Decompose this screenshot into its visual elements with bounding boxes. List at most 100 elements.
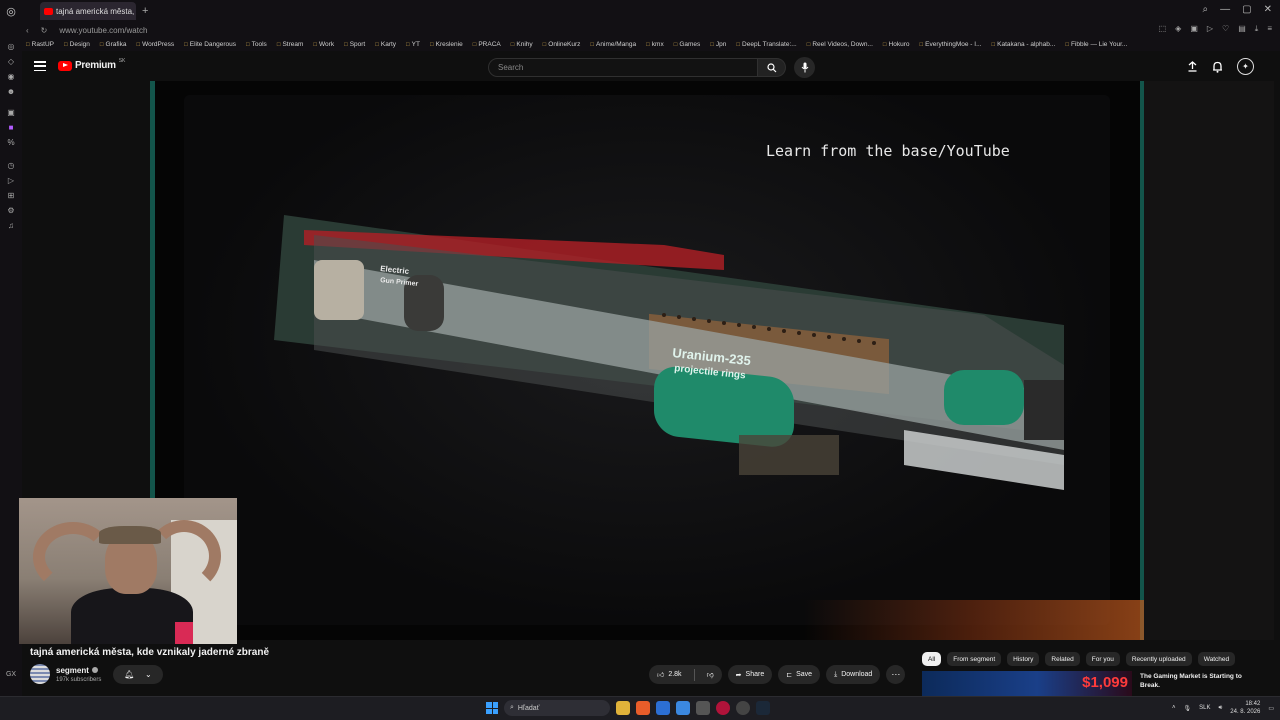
channel-avatar[interactable]	[30, 664, 50, 684]
bookmark-item[interactable]: Elite Dangerous	[184, 41, 236, 48]
heart-icon[interactable]: ♡	[1222, 24, 1229, 34]
guide-menu-icon[interactable]	[34, 60, 46, 72]
new-tab-icon[interactable]: +	[142, 5, 148, 17]
bookmark-item[interactable]: Anime/Manga	[590, 41, 636, 48]
gx-control-icon[interactable]: ◎	[6, 41, 16, 51]
filter-chip[interactable]: For you	[1085, 652, 1120, 666]
recommended-thumbnail[interactable]: $1,099	[922, 671, 1132, 696]
bookmarks-icon[interactable]: ⊞	[6, 190, 16, 200]
app-icon[interactable]	[676, 701, 690, 715]
download-button[interactable]: ⤓ Download	[826, 665, 881, 684]
bookmark-item[interactable]: Karty	[375, 41, 396, 48]
notifications-icon[interactable]: ▭	[1268, 705, 1274, 712]
language-indicator[interactable]: SLK	[1199, 705, 1210, 711]
notifications-bell-icon[interactable]	[1212, 61, 1223, 73]
filter-chip[interactable]: Watched	[1197, 652, 1236, 666]
download-icon[interactable]: ⤓	[1255, 24, 1259, 34]
shield-icon[interactable]: ◈	[1175, 24, 1181, 34]
bookmark-item[interactable]: Games	[674, 41, 700, 48]
voice-search-button[interactable]	[794, 57, 815, 78]
taskbar-search[interactable]: ⌕ Hľadať	[504, 700, 610, 716]
bookmark-item[interactable]: Tools	[246, 41, 267, 48]
windows-start-icon[interactable]	[486, 702, 498, 714]
brave-icon[interactable]	[636, 701, 650, 715]
messenger-icon[interactable]: ◉	[6, 71, 16, 81]
upload-icon[interactable]	[1187, 61, 1198, 72]
bookmark-item[interactable]: Stream	[277, 41, 303, 48]
microphone-icon[interactable]: 🎙︎	[1184, 705, 1192, 712]
minimize-icon[interactable]: —	[1220, 4, 1230, 15]
bookmark-item[interactable]: WordPress	[136, 41, 174, 48]
menu-icon[interactable]: ≡	[1267, 24, 1272, 34]
back-icon[interactable]: ‹	[26, 26, 29, 35]
file-explorer-icon[interactable]	[616, 701, 630, 715]
tray-chevron-icon[interactable]: ˄	[1172, 705, 1176, 711]
play-icon[interactable]: ▷	[1207, 24, 1213, 34]
bookmark-item[interactable]: Jpn	[710, 41, 726, 48]
channel-name-row[interactable]: segment	[56, 666, 101, 675]
share-button[interactable]: ➦ Share	[727, 665, 773, 684]
bookmark-item[interactable]: Sport	[344, 41, 366, 48]
youtube-logo[interactable]: Premium SK	[58, 58, 125, 71]
filter-chip[interactable]: Related	[1045, 652, 1080, 666]
filter-chip[interactable]: Recently uploaded	[1125, 652, 1192, 666]
reload-icon[interactable]: ↻	[41, 26, 48, 35]
percent-icon[interactable]: %	[6, 137, 16, 147]
extension-icon[interactable]: ⬚	[1159, 24, 1167, 34]
filter-chip[interactable]: All	[922, 652, 942, 666]
bookmark-item[interactable]: kmx	[646, 41, 664, 48]
history-icon[interactable]: ◷	[6, 160, 16, 170]
maximize-icon[interactable]: ▢	[1242, 4, 1251, 15]
bookmark-item[interactable]: Katakana - alphab...	[992, 41, 1055, 48]
obs-icon[interactable]	[736, 701, 750, 715]
bookmark-item[interactable]: Fibble — Lie Your...	[1065, 41, 1127, 48]
filter-chip[interactable]: History	[1007, 652, 1040, 666]
camera-icon[interactable]: ▣	[1190, 24, 1198, 34]
like-button[interactable]: 👍︎ 2.8k	[649, 665, 690, 684]
bookmark-item[interactable]: Reel Videos, Down...	[807, 41, 873, 48]
bookmark-item[interactable]: Grafika	[100, 41, 127, 48]
bookmark-item[interactable]: EverythingMoe - I...	[920, 41, 981, 48]
gx-badge[interactable]: GX	[6, 671, 16, 678]
close-icon[interactable]: ✕	[1264, 4, 1272, 15]
twitch-purple-icon[interactable]: ■	[6, 122, 16, 132]
browser-tab[interactable]: tajná americká města, k	[40, 2, 136, 20]
bookmark-item[interactable]: RastUP	[26, 41, 54, 48]
opera-gx-icon[interactable]	[716, 701, 730, 715]
bookmark-item[interactable]: Work	[313, 41, 334, 48]
photoshop-icon[interactable]	[656, 701, 670, 715]
address-text[interactable]: www.youtube.com/watch	[59, 26, 147, 35]
bookmark-item[interactable]: Design	[64, 41, 90, 48]
subscription-bell-button[interactable]: 🔔︎ ⌄	[113, 665, 163, 684]
recommended-title[interactable]: The Gaming Market is Starting to Break.	[1140, 672, 1260, 690]
bookmark-item[interactable]: Kreslenie	[430, 41, 463, 48]
gx-sounds-icon[interactable]: ♫	[6, 220, 16, 230]
more-actions-button[interactable]: ⋯	[886, 665, 906, 684]
account-avatar[interactable]: ✦	[1237, 58, 1254, 75]
settings-icon[interactable]: ⚙	[6, 205, 16, 215]
channel-name[interactable]: segment	[56, 666, 89, 675]
search-button[interactable]	[758, 58, 786, 77]
twitch-icon[interactable]: ▣	[6, 107, 16, 117]
discord-icon[interactable]: ☻	[6, 86, 16, 96]
bookmark-item[interactable]: YT	[406, 41, 420, 48]
save-button[interactable]: ⊏ Save	[778, 665, 821, 684]
bookmark-item[interactable]: DeepL Translate:...	[736, 41, 797, 48]
calculator-icon[interactable]	[696, 701, 710, 715]
search-input[interactable]: Search	[488, 58, 758, 77]
bookmark-item[interactable]: Knihy	[511, 41, 532, 48]
video-player[interactable]: Uranium-235 projectile rings Electric Gu…	[150, 81, 1144, 640]
opera-gx-logo-icon[interactable]: ◎	[0, 0, 22, 22]
steam-icon[interactable]	[756, 701, 770, 715]
clock[interactable]: 18:42 24. 8. 2026	[1230, 700, 1260, 716]
search-tabs-icon[interactable]: ⌕	[1203, 4, 1209, 15]
bookmark-item[interactable]: OnlineKurz	[543, 41, 580, 48]
dislike-button[interactable]: 👎︎	[699, 665, 722, 684]
volume-icon[interactable]: 🔊︎	[1219, 705, 1223, 712]
bookmark-item[interactable]: Hokuro	[883, 41, 910, 48]
filter-chip[interactable]: From segment	[947, 652, 1002, 666]
player-icon[interactable]: ▷	[6, 175, 16, 185]
extensions-icon[interactable]: ▤	[1238, 24, 1246, 34]
bookmark-item[interactable]: PRACA	[473, 41, 500, 48]
gx-corner-icon[interactable]: ◇	[6, 56, 16, 66]
